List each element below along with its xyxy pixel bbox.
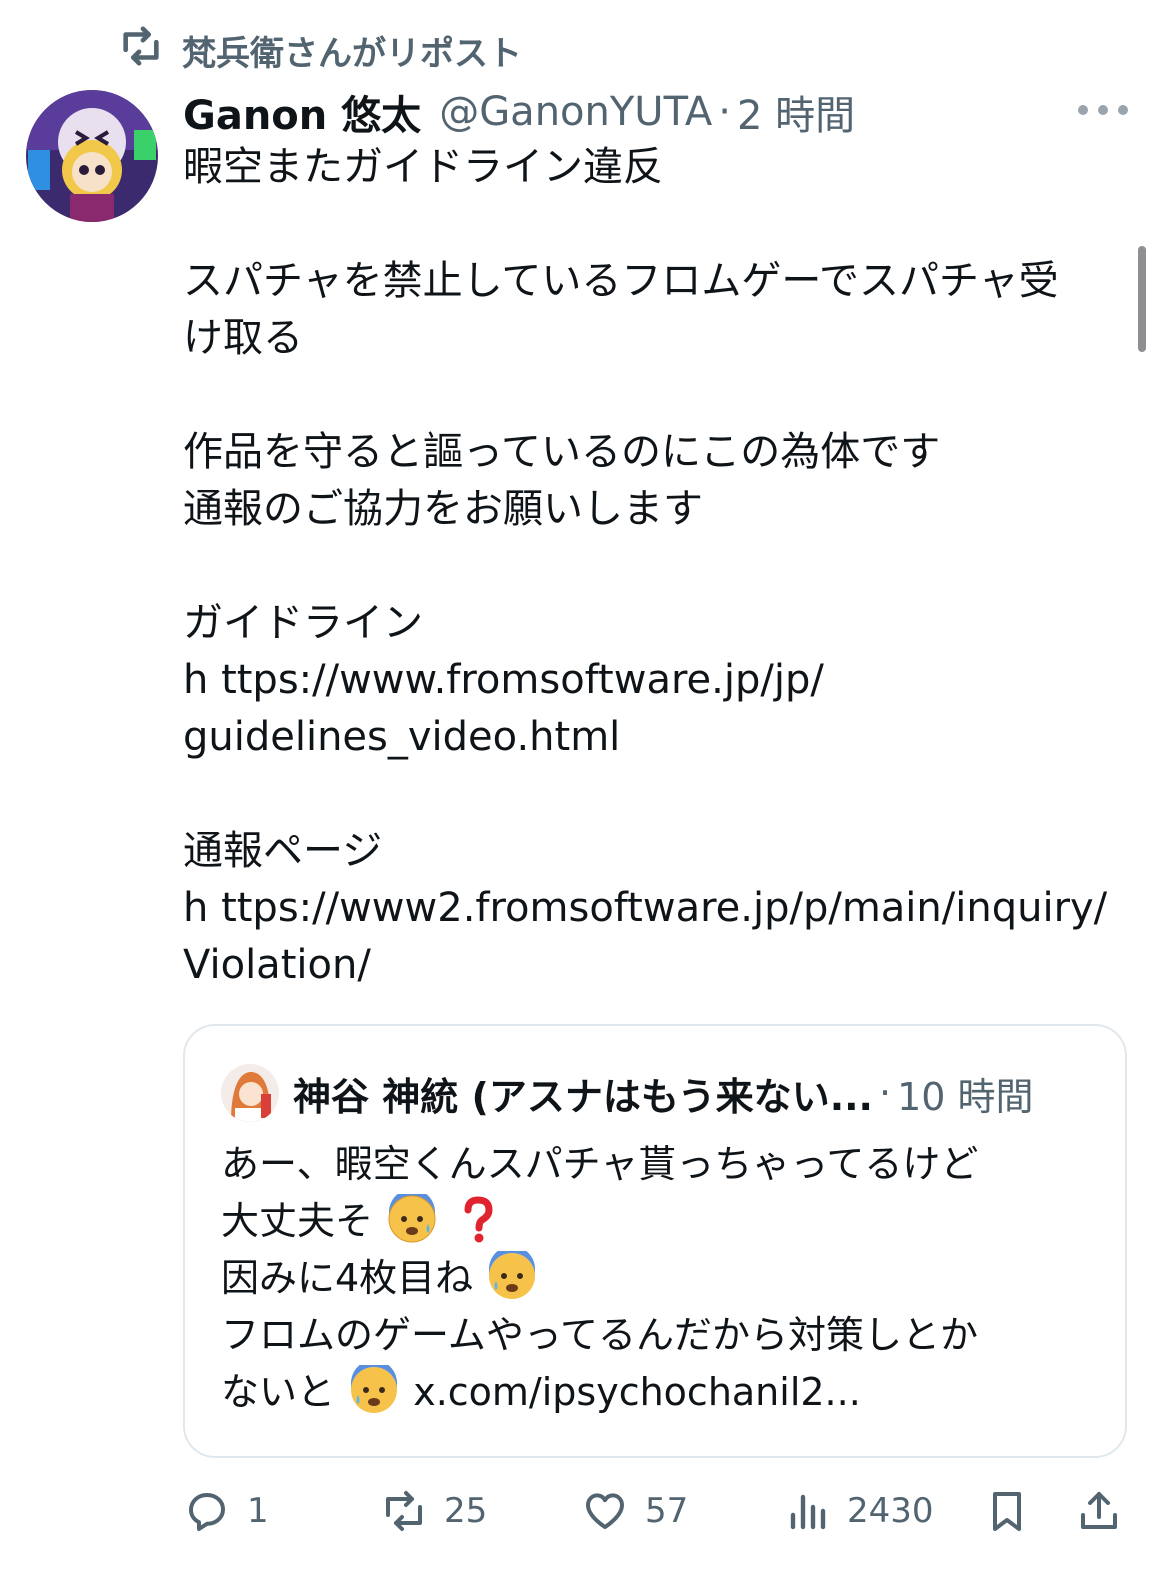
repost-icon [118, 23, 164, 78]
quote-line: 因みに4枚目ね [221, 1250, 1101, 1307]
quote-line: あー、暇空くんスパチャ貰っちゃってるけど [221, 1142, 979, 1186]
timestamp[interactable]: 2 時間 [737, 83, 855, 141]
quote-line-text: 因みに4枚目ね [221, 1256, 474, 1300]
tweet-line: 通報ページ [183, 828, 383, 874]
separator-dot: · [879, 1071, 892, 1115]
quote-line: 大丈夫そ [221, 1193, 1101, 1250]
like-count: 57 [645, 1491, 689, 1531]
tweet-line: guidelines_video.html [183, 714, 621, 760]
quote-line: ないと x.com/ipsychochanil2... [221, 1364, 1101, 1421]
share-button[interactable] [1075, 1480, 1123, 1542]
tweet-line: スパチャを禁止しているフロムゲーでスパチャ受 [183, 258, 1059, 304]
bookmark-button[interactable] [983, 1480, 1031, 1542]
tweet-line: 作品を守ると謳っているのにこの為体です [183, 429, 941, 475]
reply-button[interactable]: 1 [183, 1480, 269, 1542]
tweet-text: 暇空またガイドライン違反 スパチャを禁止しているフロムゲーでスパチャ受 け取る … [183, 139, 1133, 994]
anxious-face-emoji-icon [388, 1194, 436, 1243]
repost-header[interactable]: 梵兵衛さんがリポスト [118, 25, 522, 74]
reply-count: 1 [247, 1491, 269, 1531]
action-bar: 1 25 57 2430 [183, 1480, 1133, 1542]
quote-line-text: ないと [221, 1370, 336, 1414]
tweet-line: け取る [183, 315, 303, 361]
quote-timestamp: 10 時間 [897, 1074, 1034, 1119]
quote-avatar [221, 1064, 279, 1122]
more-options-icon[interactable] [1078, 96, 1128, 124]
anxious-face-emoji-icon [489, 1251, 536, 1299]
handle[interactable]: @GanonYUTA [439, 89, 712, 135]
red-question-mark-icon [464, 1196, 493, 1243]
quote-tweet-card[interactable]: 神谷 神統 (アスナはもう来ない... · 10 時間 あー、暇空くんスパチャ貰… [183, 1024, 1127, 1458]
share-icon [1081, 1492, 1117, 1529]
separator-dot: · [718, 89, 731, 135]
tweet-line: h ttps://www.fromsoftware.jp/jp/ [183, 657, 824, 703]
tweet-header: Ganon 悠太 @GanonYUTA · 2 時間 [183, 84, 855, 140]
bookmark-icon [993, 1492, 1021, 1531]
views-icon [790, 1494, 826, 1530]
quote-display-name: 神谷 神統 (アスナはもう来ない... [293, 1074, 873, 1119]
like-button[interactable]: 57 [581, 1480, 688, 1542]
tweet-line: Violation/ [183, 942, 371, 988]
tweet-line: 通報のご協力をお願いします [183, 486, 703, 532]
quote-text: あー、暇空くんスパチャ貰っちゃってるけど 大丈夫そ 因みに4枚目ね フロムのゲー… [221, 1136, 1101, 1421]
quote-line-text: 大丈夫そ [221, 1199, 374, 1243]
tweet-line: 暇空またガイドライン違反 [183, 144, 663, 190]
repost-count: 25 [444, 1491, 488, 1531]
repost-icon [386, 1491, 422, 1531]
quote-header: 神谷 神統 (アスナはもう来ない... · 10 時間 [221, 1062, 1034, 1124]
tweet-line: ガイドライン [183, 600, 423, 646]
avatar[interactable] [26, 90, 158, 222]
reply-icon [189, 1493, 225, 1531]
anxious-face-emoji-icon [351, 1365, 398, 1413]
scrollbar[interactable] [1138, 246, 1146, 352]
views-button[interactable]: 2430 [783, 1480, 934, 1542]
repost-button[interactable]: 25 [380, 1480, 487, 1542]
display-name[interactable]: Ganon 悠太 [183, 83, 421, 141]
views-count: 2430 [847, 1491, 934, 1531]
quote-link[interactable]: x.com/ipsychochanil2... [413, 1370, 861, 1414]
tweet-line: h ttps://www2.fromsoftware.jp/p/main/inq… [183, 885, 1108, 931]
quote-line: フロムのゲームやってるんだから対策しとか [221, 1313, 978, 1357]
heart-icon [586, 1493, 624, 1529]
repost-header-text: 梵兵衛さんがリポスト [182, 33, 522, 74]
